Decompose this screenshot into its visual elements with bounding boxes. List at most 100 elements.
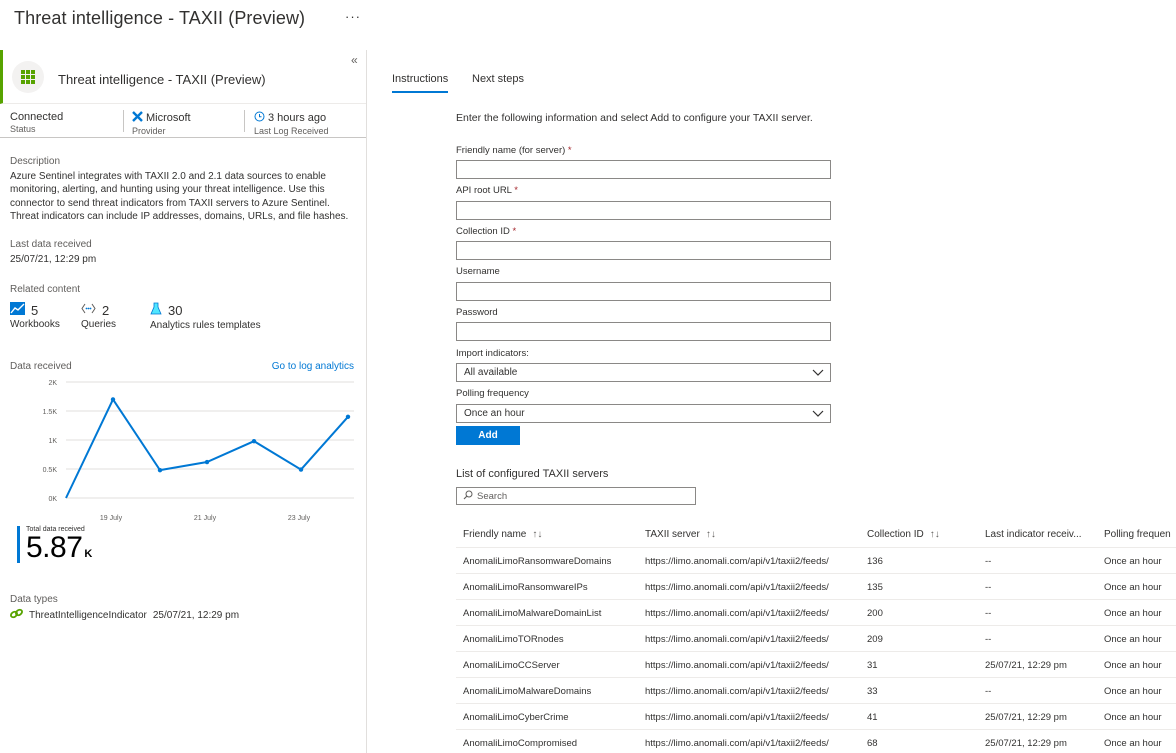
related-workbooks[interactable]: 5 Workbooks [10, 302, 60, 330]
cell-polling-frequency: Once an hour [1104, 660, 1162, 671]
cell-friendly-name: AnomaliLimoMalwareDomainList [463, 608, 602, 619]
status-stat: Connected Status [10, 111, 63, 134]
chevron-down-icon [812, 408, 824, 421]
add-button[interactable]: Add [456, 426, 520, 445]
import-indicators-label: Import indicators: [456, 348, 529, 359]
column-header-friendly-name[interactable]: Friendly name ↑↓ [463, 529, 638, 540]
total-data-received: Total data received 5.87 K [17, 526, 92, 563]
chart-svg: 2K 1.5K 1K 0.5K 0K 19 July 21 July 23 July [43, 380, 354, 522]
column-header-taxii-server[interactable]: TAXII server ↑↓ [645, 529, 860, 540]
last-log-value: 3 hours ago [268, 112, 327, 124]
column-header-collection-id[interactable]: Collection ID ↑↓ [867, 529, 977, 540]
cell-taxii-server: https://limo.anomali.com/api/v1/taxii2/f… [645, 738, 829, 749]
column-header-polling-frequency[interactable]: Polling frequen [1104, 529, 1176, 540]
cell-collection-id: 68 [867, 738, 878, 749]
provider-stat: Microsoft Provider [132, 111, 191, 136]
cell-last-indicator: -- [985, 634, 992, 645]
table-row[interactable]: AnomaliLimoTORnodes https://limo.anomali.… [456, 626, 1176, 652]
username-input[interactable] [456, 282, 831, 301]
flask-icon [150, 302, 162, 319]
query-icon [81, 302, 96, 318]
table-row[interactable]: AnomaliLimoCompromised https://limo.anoma… [456, 730, 1176, 753]
analytics-rules-label: Analytics rules templates [150, 320, 261, 331]
data-type-name: ThreatIntelligenceIndicator [29, 609, 147, 621]
table-header: Friendly name ↑↓ TAXII server ↑↓ Collectio… [456, 522, 1176, 548]
cell-collection-id: 200 [867, 608, 883, 619]
x-tick-label: 19 July [100, 515, 123, 522]
cell-last-indicator: 25/07/21, 12:29 pm [985, 712, 1067, 723]
tab-next-steps[interactable]: Next steps [472, 73, 524, 85]
cell-collection-id: 135 [867, 582, 883, 593]
cell-last-indicator: -- [985, 556, 992, 567]
cell-friendly-name: AnomaliLimoCyberCrime [463, 712, 569, 723]
data-point [157, 467, 163, 473]
import-indicators-value: All available [464, 367, 518, 378]
cell-friendly-name: AnomaliLimoCCServer [463, 660, 560, 671]
total-unit: K [84, 548, 92, 560]
polling-frequency-label: Polling frequency [456, 388, 529, 399]
data-point [298, 467, 304, 472]
cell-taxii-server: https://limo.anomali.com/api/v1/taxii2/f… [645, 634, 829, 645]
related-analytics-rules[interactable]: 30 Analytics rules templates [150, 302, 261, 331]
table-row[interactable]: AnomaliLimoCCServer https://limo.anomali.… [456, 652, 1176, 678]
status-value: Connected [10, 111, 64, 123]
data-received-chart: 2K 1.5K 1K 0.5K 0K 19 July 21 July 23 July [0, 376, 366, 526]
page-title: Threat intelligence - TAXII (Preview) [14, 8, 306, 28]
cell-last-indicator: 25/07/21, 12:29 pm [985, 660, 1067, 671]
connector-title: Threat intelligence - TAXII (Preview) [58, 72, 266, 87]
import-indicators-dropdown[interactable]: All available [456, 363, 831, 382]
cell-last-indicator: -- [985, 686, 992, 697]
related-queries[interactable]: 2 Queries [81, 302, 116, 331]
polling-frequency-dropdown[interactable]: Once an hour [456, 404, 831, 423]
table-row[interactable]: AnomaliLimoRansomwareIPs https://limo.ano… [456, 574, 1176, 600]
cell-taxii-server: https://limo.anomali.com/api/v1/taxii2/f… [645, 686, 829, 697]
divider [244, 110, 245, 132]
y-tick-label: 1.5K [43, 409, 58, 416]
y-tick-label: 0.5K [43, 467, 58, 474]
search-input[interactable]: Search [456, 487, 696, 505]
tab-instructions[interactable]: Instructions [392, 73, 449, 93]
cell-taxii-server: https://limo.anomali.com/api/v1/taxii2/f… [645, 660, 829, 671]
table-row[interactable]: AnomaliLimoMalwareDomainList https://limo… [456, 600, 1176, 626]
polling-frequency-value: Once an hour [464, 408, 525, 419]
provider-value: Microsoft [146, 112, 191, 124]
table-row[interactable]: AnomaliLimoCyberCrime https://limo.anomal… [456, 704, 1176, 730]
cell-polling-frequency: Once an hour [1104, 556, 1162, 567]
cell-collection-id: 136 [867, 556, 883, 567]
cell-polling-frequency: Once an hour [1104, 634, 1162, 645]
y-tick-label: 1K [48, 438, 57, 445]
cell-polling-frequency: Once an hour [1104, 712, 1162, 723]
cell-collection-id: 33 [867, 686, 878, 697]
chevron-down-icon [812, 367, 824, 380]
table-row[interactable]: AnomaliLimoMalwareDomains https://limo.an… [456, 678, 1176, 704]
api-root-url-input[interactable] [456, 201, 831, 220]
total-value: 5.87 [26, 531, 83, 564]
workbook-icon [10, 302, 25, 318]
connector-logo-icon [12, 61, 44, 93]
collection-id-input[interactable] [456, 241, 831, 260]
column-header-last-indicator[interactable]: Last indicator receiv... [985, 529, 1095, 540]
connector-header: Threat intelligence - TAXII (Preview) [0, 50, 366, 104]
go-to-log-analytics-link[interactable]: Go to log analytics [272, 361, 354, 372]
last-log-stat: 3 hours ago Last Log Received [254, 111, 329, 136]
queries-count: 2 [102, 302, 110, 318]
cell-collection-id: 209 [867, 634, 883, 645]
workbooks-label: Workbooks [10, 319, 60, 330]
cell-taxii-server: https://limo.anomali.com/api/v1/taxii2/f… [645, 712, 829, 723]
clock-icon [254, 111, 265, 125]
y-tick-label: 2K [48, 380, 57, 387]
description-label: Description [10, 156, 61, 167]
more-options-icon[interactable]: ··· [345, 9, 361, 24]
data-type-row: ThreatIntelligenceIndicator 25/07/21, 12… [10, 608, 239, 622]
data-point [251, 438, 257, 444]
data-types-label: Data types [10, 594, 58, 605]
divider [123, 110, 124, 132]
friendly-name-input[interactable] [456, 160, 831, 179]
table-row[interactable]: AnomaliLimoRansomwareDomains https://limo… [456, 548, 1176, 574]
password-input[interactable] [456, 322, 831, 341]
analytics-rules-count: 30 [168, 303, 183, 318]
form-intro: Enter the following information and sele… [456, 112, 813, 124]
related-content-label: Related content [10, 284, 81, 295]
cell-polling-frequency: Once an hour [1104, 738, 1162, 749]
cell-last-indicator: -- [985, 608, 992, 619]
